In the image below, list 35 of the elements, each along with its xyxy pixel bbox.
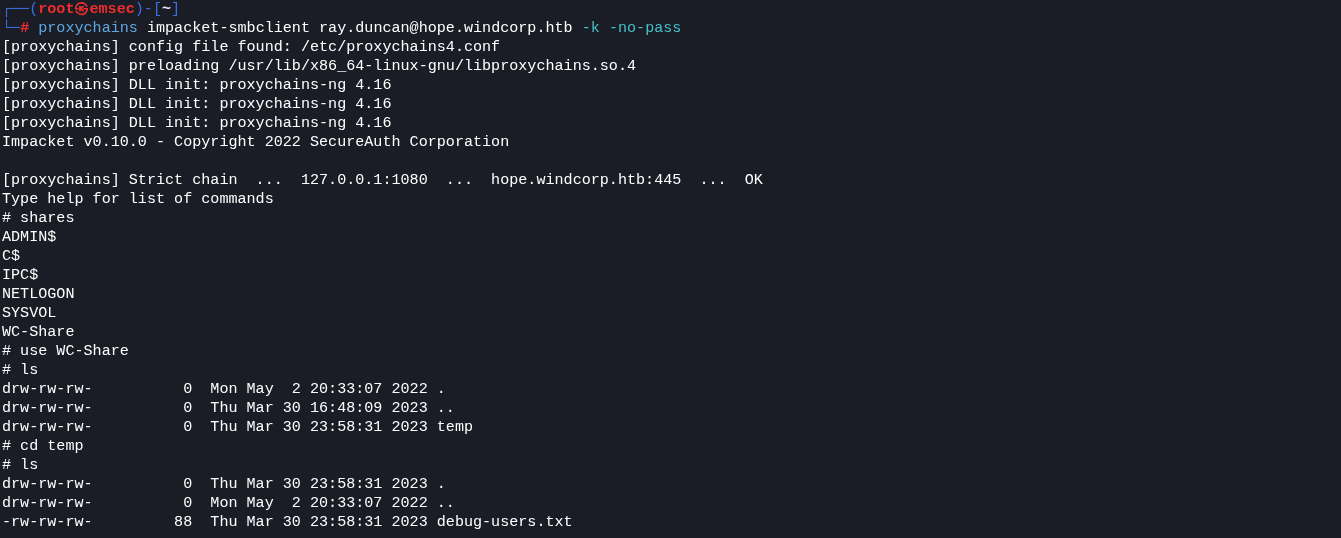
output-line: # use WC-Share: [2, 342, 129, 360]
output-line: # cd temp: [2, 437, 84, 455]
output-line: # ls: [2, 456, 39, 474]
prompt-user: root㉿emsec: [38, 0, 135, 18]
prompt-frame: ┌──(: [2, 0, 39, 18]
output-line: drw-rw-rw- 0 Mon May 2 20:33:07 2022 .: [2, 380, 446, 398]
output-line: [proxychains] DLL init: proxychains-ng 4.16: [2, 76, 392, 94]
output-line: [proxychains] config file found: /etc/proxychains4.conf: [2, 38, 501, 56]
output-line: [proxychains] Strict chain ... 127.0.0.1:1080 ... hope.windcorp.htb:445 ... OK: [2, 171, 763, 189]
command-options: -k -no-pass: [581, 19, 682, 37]
output-line: drw-rw-rw- 0 Mon May 2 20:33:07 2022 ..: [2, 494, 455, 512]
output-line: [proxychains] preloading /usr/lib/x86_64-linux-gnu/libproxychains.so.4: [2, 57, 637, 75]
output-line: ADMIN$: [2, 228, 57, 246]
output-line: SYSVOL: [2, 304, 57, 322]
output-line: [proxychains] DLL init: proxychains-ng 4.16: [2, 114, 392, 132]
output-line: # ls: [2, 361, 39, 379]
prompt-symbol: #: [20, 19, 30, 37]
output-line: drw-rw-rw- 0 Thu Mar 30 23:58:31 2023 temp: [2, 418, 473, 436]
prompt-directory: ~: [161, 0, 171, 18]
output-line: Impacket v0.10.0 - Copyright 2022 SecureAuth Corporation: [2, 133, 510, 151]
prompt-frame: └─: [2, 19, 21, 37]
output-line: drw-rw-rw- 0 Thu Mar 30 23:58:31 2023 .: [2, 475, 446, 493]
command-arguments: impacket-smbclient ray.duncan@hope.windcorp.htb: [145, 19, 574, 37]
output-line: Type help for list of commands: [2, 190, 274, 208]
output-line: -rw-rw-rw- 88 Thu Mar 30 23:58:31 2023 debug-users.txt: [2, 513, 573, 531]
prompt-frame: ]: [171, 0, 181, 18]
output-line: NETLOGON: [2, 285, 75, 303]
output-line: C$: [2, 247, 21, 265]
output-line: drw-rw-rw- 0 Thu Mar 30 16:48:09 2023 ..: [2, 399, 455, 417]
output-line: WC-Share: [2, 323, 75, 341]
output-line: [proxychains] DLL init: proxychains-ng 4.16: [2, 95, 392, 113]
output-line: # shares: [2, 209, 75, 227]
output-line: IPC$: [2, 266, 39, 284]
prompt-frame: )-[: [134, 0, 162, 18]
command-program: proxychains: [37, 19, 138, 37]
